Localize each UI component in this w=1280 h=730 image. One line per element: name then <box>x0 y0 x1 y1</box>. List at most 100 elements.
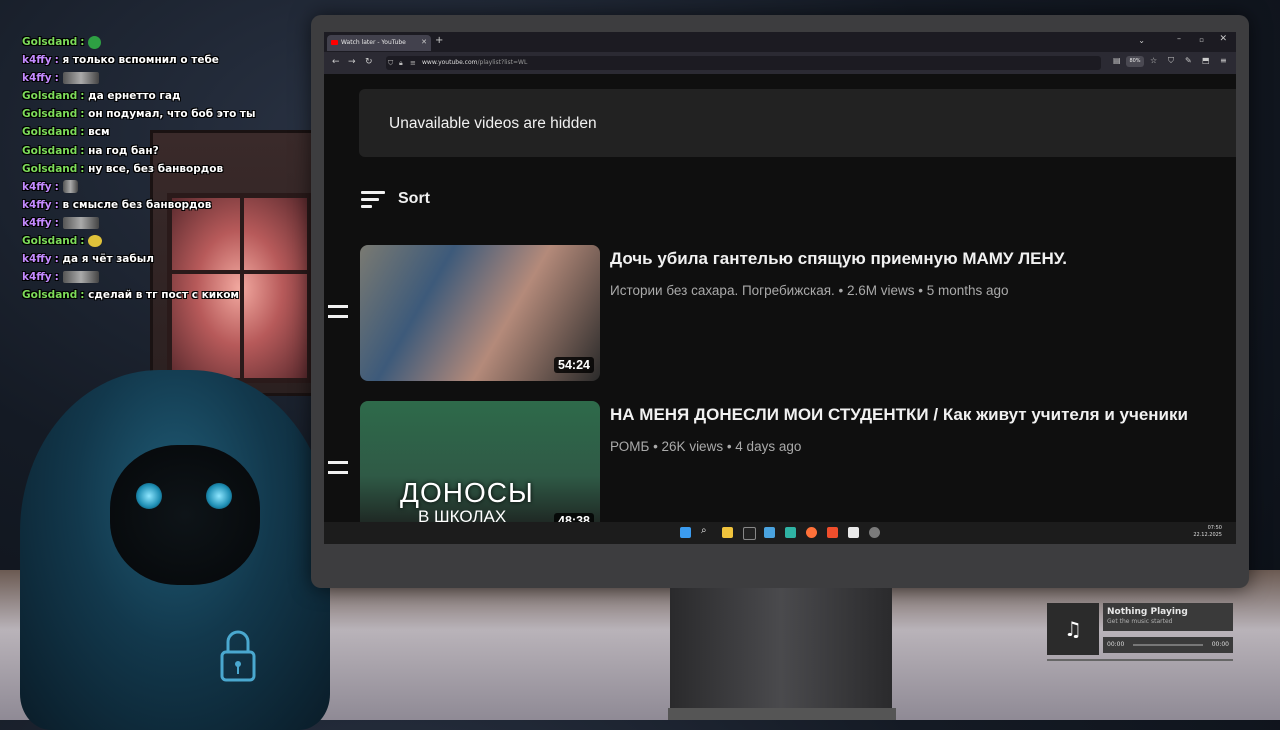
tab-watch-later[interactable]: Watch later - YouTube ✕ <box>327 35 431 51</box>
address-bar[interactable]: ⛉ 🔒︎ ≡ www.youtube.com/playlist?list=WL <box>386 56 1101 70</box>
now-playing-widget: ♫ Nothing Playing Get the music started … <box>1047 603 1233 661</box>
unavailable-notice: Unavailable videos are hidden <box>359 89 1236 157</box>
notice-text: Unavailable videos are hidden <box>389 115 597 132</box>
padlock-icon <box>220 630 256 682</box>
drag-handle-icon[interactable] <box>328 461 348 475</box>
elapsed-time: 00:00 <box>1107 641 1125 648</box>
chat-username: k4ffy <box>22 72 52 85</box>
url-path: /playlist?list=WL <box>477 59 528 66</box>
chat-message: k4ffy: <box>22 69 312 87</box>
cat-eye-left <box>136 483 162 509</box>
music-note-icon: ♫ <box>1047 603 1099 655</box>
monitor-foot <box>668 708 896 720</box>
now-playing-subtitle: Get the music started <box>1107 618 1173 625</box>
chat-username: Golsdand <box>22 90 78 103</box>
chat-message: k4ffy: <box>22 268 312 286</box>
video-thumbnail[interactable]: 54:24 <box>360 245 600 381</box>
obs-icon[interactable] <box>869 527 880 538</box>
thumbnail-headline: ДОНОСЫ <box>400 477 534 508</box>
taskbar-clock[interactable]: 07:50 22.12.2025 <box>1193 525 1222 539</box>
chat-username: Golsdand <box>22 144 78 157</box>
steam-icon[interactable] <box>764 527 775 538</box>
video-title[interactable]: НА МЕНЯ ДОНЕСЛИ МОИ СТУДЕНТКИ / Как живу… <box>610 405 1188 425</box>
chat-text: всм <box>88 126 110 139</box>
back-button[interactable]: ← <box>332 57 340 67</box>
tab-label: Watch later - YouTube <box>341 39 406 46</box>
chat-username: Golsdand <box>22 126 78 139</box>
firefox-icon[interactable] <box>806 527 817 538</box>
sort-label: Sort <box>398 190 430 207</box>
app-icon[interactable] <box>785 527 796 538</box>
brave-icon[interactable] <box>827 527 838 538</box>
downloads-icon[interactable]: ⬒ <box>1202 56 1210 65</box>
clock-time: 07:50 <box>1207 525 1222 531</box>
terminal-icon[interactable] <box>743 527 756 540</box>
sort-icon <box>361 190 387 210</box>
permissions-icon[interactable]: ≡ <box>410 59 416 67</box>
search-icon[interactable]: ⌕ <box>701 525 712 536</box>
start-windows-icon[interactable] <box>680 527 691 538</box>
shield-icon[interactable]: ⛉ <box>388 59 393 68</box>
chat-emote-icon <box>62 271 99 284</box>
file-explorer-icon[interactable] <box>722 527 733 538</box>
menu-hamburger-icon[interactable]: ≡ <box>1220 56 1227 65</box>
chat-message: k4ffy: да я чёт забыл <box>22 253 154 266</box>
lock-icon[interactable]: 🔒︎ <box>399 59 403 68</box>
chat-username: k4ffy <box>22 198 52 211</box>
chat-text: да ернетто гад <box>88 90 181 103</box>
close-window-button[interactable]: ✕ <box>1219 34 1227 44</box>
minimize-button[interactable]: – <box>1177 34 1181 43</box>
maximize-button[interactable]: ▫ <box>1199 36 1204 44</box>
video-title[interactable]: Дочь убила гантелью спящую приемную МАМУ… <box>610 249 1067 269</box>
video-thumbnail[interactable]: ДОНОСЫ В ШКОЛАХ 48:38 <box>360 401 600 537</box>
youtube-favicon-icon <box>331 40 338 45</box>
notes-app-icon[interactable] <box>848 527 859 538</box>
playlist-video-item[interactable]: 54:24 Дочь убила гантелью спящую приемну… <box>324 245 1236 385</box>
cat-eye-right <box>206 483 232 509</box>
bookmark-star-icon[interactable]: ☆ <box>1150 56 1157 65</box>
tab-bar: Watch later - YouTube ✕ + ⌄ – ▫ ✕ <box>324 32 1236 52</box>
reader-view-icon[interactable]: ▤ <box>1113 56 1121 65</box>
forward-button[interactable]: → <box>348 57 356 67</box>
chat-message: Golsdand: он подумал, что боб это ты <box>22 108 256 121</box>
chat-emote-icon <box>62 216 99 229</box>
chat-text: я только вспомнил о тебе <box>62 54 219 67</box>
navigation-bar: ← → ↻ ⛉ 🔒︎ ≡ www.youtube.com/playlist?li… <box>324 52 1236 74</box>
chat-emote-icon <box>88 235 103 248</box>
chat-message: Golsdand: да ернетто гад <box>22 90 181 103</box>
url-host: www.youtube.com <box>422 59 478 66</box>
chat-text: на год бан? <box>88 144 159 157</box>
new-tab-button[interactable]: + <box>435 35 443 46</box>
now-playing-info: Nothing Playing Get the music started <box>1103 603 1233 631</box>
monitor-stand <box>670 588 892 720</box>
list-all-tabs-chevron-icon[interactable]: ⌄ <box>1138 36 1145 45</box>
video-metadata: Истории без сахара. Погребижская. • 2.6M… <box>610 283 1009 298</box>
chat-message: Golsdand: всм <box>22 126 110 139</box>
chat-text: сделай в тг пост с киком <box>88 289 240 302</box>
stream-chat: Golsdand: k4ffy: я только вспомнил о теб… <box>22 33 312 304</box>
video-metadata: РОМБ • 26K views • 4 days ago <box>610 439 802 454</box>
chat-username: k4ffy <box>22 271 52 284</box>
chat-emote-icon <box>62 180 78 194</box>
clock-date: 22.12.2025 <box>1193 532 1222 538</box>
chat-message: Golsdand: на год бан? <box>22 144 159 157</box>
chat-emote-icon <box>88 35 102 49</box>
pocket-icon[interactable]: ⛉ <box>1168 56 1174 66</box>
chat-text: в смысле без банвордов <box>62 198 212 211</box>
chat-username: Golsdand <box>22 36 78 48</box>
widget-underline <box>1047 659 1233 661</box>
extensions-icon[interactable]: ✎ <box>1185 56 1192 65</box>
chat-message: k4ffy: <box>22 178 312 196</box>
cat-face <box>110 445 260 585</box>
chat-username: Golsdand <box>22 289 78 302</box>
tab-close-icon[interactable]: ✕ <box>421 38 427 46</box>
chat-message: Golsdand: <box>22 232 312 250</box>
playlist-video-item[interactable]: ДОНОСЫ В ШКОЛАХ 48:38 НА МЕНЯ ДОНЕСЛИ МО… <box>324 401 1236 541</box>
chat-text: он подумал, что боб это ты <box>88 108 256 121</box>
zoom-level-badge[interactable]: 80% <box>1126 56 1144 67</box>
drag-handle-icon[interactable] <box>328 305 348 319</box>
reload-button[interactable]: ↻ <box>365 57 373 67</box>
chat-emote-icon <box>62 72 99 85</box>
browser-screen: Watch later - YouTube ✕ + ⌄ – ▫ ✕ ← → ↻ … <box>324 32 1236 544</box>
video-duration: 54:24 <box>554 357 594 373</box>
